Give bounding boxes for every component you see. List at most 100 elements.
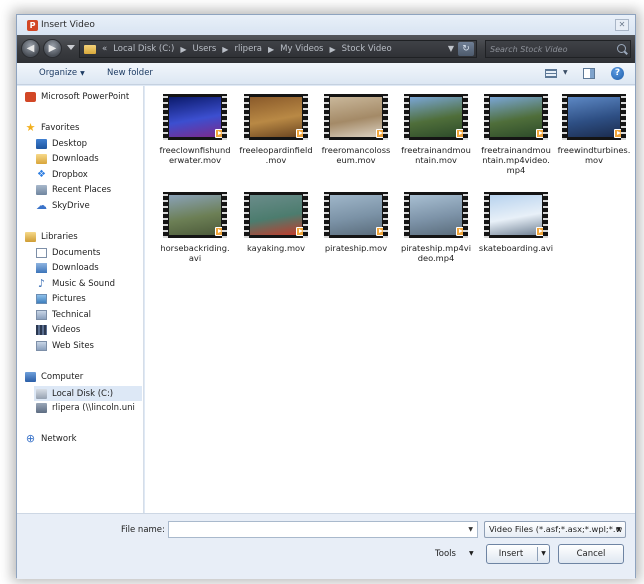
breadcrumb-users[interactable]: Users xyxy=(192,44,216,54)
organize-button[interactable]: Organize ▼ xyxy=(39,68,85,78)
view-options-dropdown[interactable]: ▼ xyxy=(563,69,568,76)
nav-item-library-downloads[interactable]: Downloads xyxy=(36,263,99,273)
nav-item-powerpoint[interactable]: Microsoft PowerPoint xyxy=(25,92,129,102)
video-file-item[interactable]: freeromancoloss eum.mov xyxy=(318,94,394,165)
back-button[interactable]: ◀ xyxy=(21,39,40,58)
file-name-line: eum.mov xyxy=(336,155,376,165)
nav-item-web-sites[interactable]: Web Sites xyxy=(36,341,94,351)
video-frame xyxy=(169,97,221,137)
file-name-label: File name: xyxy=(121,525,165,535)
search-input[interactable] xyxy=(490,42,610,56)
nav-item-computer[interactable]: Computer xyxy=(25,372,83,382)
nav-item-documents[interactable]: Documents xyxy=(36,248,100,258)
insert-options-dropdown[interactable]: ▼ xyxy=(537,547,549,561)
video-thumbnail xyxy=(562,94,626,140)
insert-button[interactable]: Insert ▼ xyxy=(486,544,550,564)
nav-label: Dropbox xyxy=(52,170,88,180)
video-file-name: freeromancoloss eum.mov xyxy=(318,145,394,165)
breadcrumb-separator[interactable]: ▶ xyxy=(180,45,186,54)
insert-button-label: Insert xyxy=(498,549,524,559)
video-play-icon xyxy=(456,227,465,236)
breadcrumb-my-videos[interactable]: My Videos xyxy=(280,44,323,54)
desktop-icon xyxy=(36,139,47,149)
search-box[interactable] xyxy=(485,40,631,58)
video-file-item[interactable]: pirateship.mp4vi deo.mp4 xyxy=(398,192,474,263)
nav-item-skydrive[interactable]: ☁ SkyDrive xyxy=(36,200,90,211)
file-type-filter-select[interactable]: Video Files (*.asf;*.asx;*.wpl;*.w ▼ xyxy=(484,521,626,538)
change-view-icon[interactable] xyxy=(545,69,557,78)
downloads-folder-icon xyxy=(36,154,47,164)
dropbox-icon: ❖ xyxy=(37,169,46,180)
nav-item-network[interactable]: ⊕ Network xyxy=(25,432,77,445)
video-play-icon xyxy=(215,227,224,236)
refresh-button[interactable]: ↻ xyxy=(458,42,474,56)
video-file-item[interactable]: skateboarding.avi xyxy=(478,192,554,253)
nav-label: Technical xyxy=(52,310,92,320)
nav-item-technical[interactable]: Technical xyxy=(36,310,91,320)
video-file-item[interactable]: horsebackriding. avi xyxy=(157,192,233,263)
nav-item-videos[interactable]: Videos xyxy=(36,325,80,335)
address-dropdown-button[interactable]: ▼ xyxy=(448,44,454,53)
breadcrumb-stock-video[interactable]: Stock Video xyxy=(342,44,392,54)
video-thumbnail xyxy=(324,94,388,140)
search-icon[interactable] xyxy=(617,44,626,53)
nav-item-dropbox[interactable]: ❖ Dropbox xyxy=(36,169,88,181)
breadcrumb-rlipera[interactable]: rlipera xyxy=(234,44,262,54)
video-file-name: pirateship.mp4vi deo.mp4 xyxy=(398,243,474,263)
nav-item-desktop[interactable]: Desktop xyxy=(36,139,87,149)
breadcrumb-local-disk[interactable]: Local Disk (C:) xyxy=(113,44,174,54)
nav-item-downloads[interactable]: Downloads xyxy=(36,154,99,164)
preview-pane-icon[interactable] xyxy=(583,68,595,79)
title-bar: P Insert Video ✕ xyxy=(17,15,635,35)
nav-label: SkyDrive xyxy=(52,201,90,211)
video-thumbnail xyxy=(163,94,227,140)
recent-locations-dropdown[interactable] xyxy=(67,45,75,50)
breadcrumb-separator[interactable]: ▶ xyxy=(329,45,335,54)
breadcrumb[interactable]: « Local Disk (C:) ▶ Users ▶ rlipera ▶ My… xyxy=(79,40,477,58)
nav-item-recent-places[interactable]: Recent Places xyxy=(36,185,111,195)
technical-library-icon xyxy=(36,310,47,320)
close-button[interactable]: ✕ xyxy=(615,19,629,31)
video-file-item[interactable]: freetrainandmou ntain.mp4video. mp4 xyxy=(478,94,554,175)
file-type-filter-value: Video Files (*.asf;*.asx;*.wpl;*.w xyxy=(489,524,623,534)
nav-item-favorites[interactable]: ★ Favorites xyxy=(25,121,80,134)
file-name-panel: File name: ▼ Video Files (*.asf;*.asx;*.… xyxy=(17,513,635,579)
new-folder-button[interactable]: New folder xyxy=(107,68,153,78)
nav-item-local-disk[interactable]: Local Disk (C:) xyxy=(34,386,142,401)
video-frame xyxy=(330,97,382,137)
video-file-item[interactable]: kayaking.mov xyxy=(238,192,314,253)
video-file-item[interactable]: freeclownfishund erwater.mov xyxy=(157,94,233,165)
command-bar: Organize ▼ New folder ▼ ? xyxy=(17,63,635,85)
forward-button[interactable]: ▶ xyxy=(43,39,62,58)
video-thumbnail xyxy=(163,192,227,238)
nav-item-pictures[interactable]: Pictures xyxy=(36,294,86,304)
star-icon: ★ xyxy=(25,121,36,134)
help-icon[interactable]: ? xyxy=(611,67,624,80)
breadcrumb-separator[interactable]: ▶ xyxy=(222,45,228,54)
nav-item-network-drive[interactable]: rlipera (\\lincoln.uni xyxy=(36,403,135,413)
video-play-icon xyxy=(614,129,623,138)
organize-label: Organize xyxy=(39,68,78,78)
chevron-down-icon[interactable]: ▼ xyxy=(468,526,473,533)
file-name-combobox[interactable]: ▼ xyxy=(168,521,478,538)
nav-item-music-sound[interactable]: ♪ Music & Sound xyxy=(36,278,115,289)
chevron-down-icon[interactable]: ▼ xyxy=(469,550,474,557)
file-list: freeclownfishund erwater.mov freeleopardin… xyxy=(145,86,635,513)
cancel-button[interactable]: Cancel xyxy=(558,544,624,564)
video-file-item[interactable]: freetrainandmou ntain.mov xyxy=(398,94,474,165)
network-icon: ⊕ xyxy=(25,432,36,445)
video-file-item[interactable]: freewindturbines. mov xyxy=(556,94,632,165)
video-file-item[interactable]: freeleopardinfield .mov xyxy=(238,94,314,165)
file-name-line: kayaking.mov xyxy=(246,243,306,253)
breadcrumb-separator[interactable]: ▶ xyxy=(268,45,274,54)
file-name-input[interactable] xyxy=(169,522,459,537)
file-name-line: avi xyxy=(188,253,202,263)
video-frame xyxy=(330,195,382,235)
video-file-item[interactable]: pirateship.mov xyxy=(318,192,394,253)
tools-menu-button[interactable]: Tools xyxy=(435,549,456,559)
video-frame xyxy=(490,195,542,235)
file-name-line: freeleopardinfield xyxy=(239,145,313,155)
web-sites-icon xyxy=(36,341,47,351)
breadcrumb-overflow[interactable]: « xyxy=(102,44,107,54)
nav-item-libraries[interactable]: Libraries xyxy=(25,232,78,242)
